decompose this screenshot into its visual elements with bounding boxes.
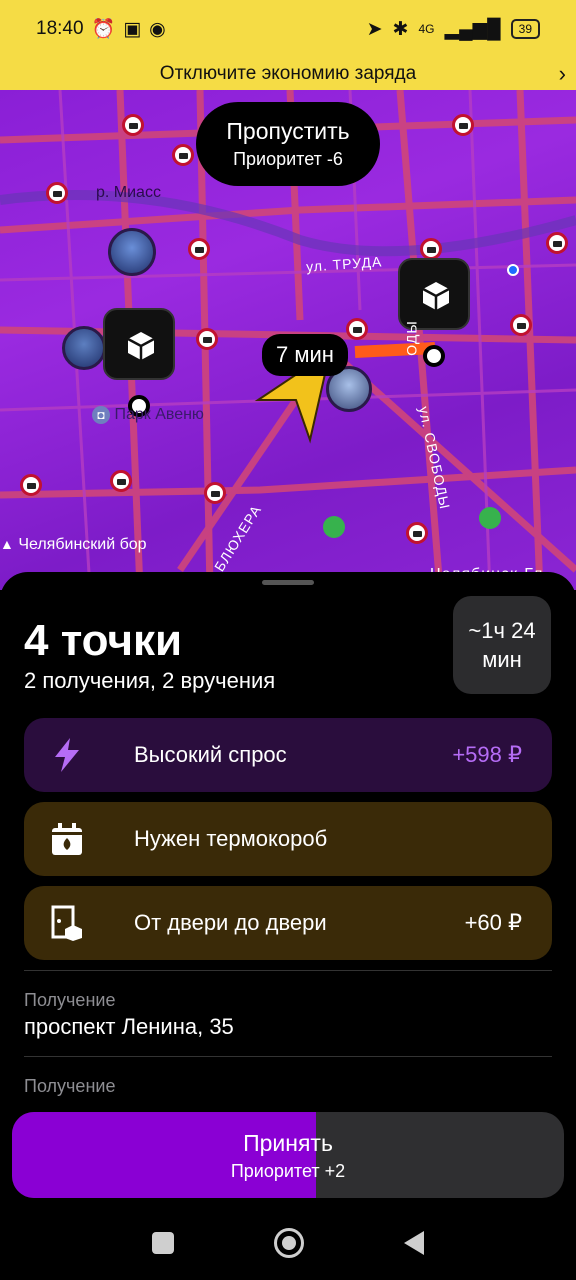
landmark-thumbnail[interactable]: [62, 326, 106, 370]
camera-icon: [406, 522, 428, 544]
circle-icon: ◉: [149, 18, 166, 40]
skip-title: Пропустить: [226, 118, 350, 144]
tag-label: От двери до двери: [134, 910, 327, 935]
camera-icon: [510, 314, 532, 336]
camera-icon: [452, 114, 474, 136]
status-bar: 18:40 ⏰ ▣ ◉ ➤ ✱ 4G ▂▄▆█ 39: [0, 0, 576, 58]
point-2-type: Получение: [24, 1076, 116, 1096]
point-1-address: проспект Ленина, 35: [24, 1014, 234, 1039]
tag-label: Нужен термокороб: [134, 826, 328, 851]
mall-label: ◘ Парк Авеню: [92, 406, 204, 424]
thermobox-icon: [50, 822, 84, 856]
map-view[interactable]: р. Миасс ◘ Парк Авеню ▲ Челябинский бор …: [0, 90, 576, 590]
camera-icon: [546, 232, 568, 254]
camera-icon: [46, 182, 68, 204]
back-button[interactable]: [404, 1230, 424, 1255]
box-icon: [127, 332, 155, 360]
point-1-type: Получение: [24, 990, 116, 1010]
duration-badge: ~1ч 24 мин: [453, 596, 551, 694]
divider: [24, 970, 552, 971]
eta-bubble: 7 мин: [262, 334, 348, 376]
accept-label: Принять: [243, 1130, 333, 1156]
chevron-right-icon: ›: [558, 61, 566, 86]
order-sheet: 4 точки 2 получения, 2 вручения ~1ч 24 м…: [0, 572, 576, 1280]
shopping-bag-icon: ◘: [92, 406, 110, 424]
pickup-pin[interactable]: [398, 258, 470, 330]
camera-icon: [346, 318, 368, 340]
recent-apps-button[interactable]: [152, 1231, 174, 1254]
system-nav-bar: [0, 1205, 576, 1280]
network-type: 4G: [418, 22, 435, 36]
order-subtitle: 2 получения, 2 вручения: [24, 668, 276, 693]
camera-icon: [172, 144, 194, 166]
sheet-grabber[interactable]: [262, 580, 314, 585]
divider: [24, 1056, 552, 1057]
box-icon: [422, 282, 450, 310]
accept-priority: Приоритет +2: [230, 1161, 346, 1181]
lightning-icon: [50, 738, 84, 772]
forest-label: ▲ Челябинский бор: [0, 536, 147, 553]
bluetooth-icon: ✱: [392, 18, 409, 40]
skip-priority: Приоритет -6: [233, 149, 343, 169]
camera-icon: [188, 238, 210, 260]
skip-bubble[interactable]: Пропустить Приоритет -6: [196, 102, 380, 186]
order-title: 4 точки: [24, 616, 183, 665]
landmark-thumbnail[interactable]: [108, 228, 156, 276]
pickup-pin[interactable]: [103, 308, 175, 380]
battery-indicator: 39: [510, 19, 540, 39]
tag-door-to-door[interactable]: От двери до двери +60 ₽: [24, 886, 552, 960]
camera-icon: [20, 474, 42, 496]
tag-high-demand[interactable]: Высокий спрос +598 ₽: [24, 718, 552, 792]
door-icon: [50, 905, 84, 941]
tag-amount: +598 ₽: [452, 742, 522, 767]
accept-button[interactable]: Принять Приоритет +2: [12, 1112, 564, 1198]
signal-icon: ▂▄▆█: [444, 18, 501, 40]
tag-thermobox[interactable]: Нужен термокороб: [24, 802, 552, 876]
camera-icon: [110, 470, 132, 492]
status-time: 18:40: [36, 18, 84, 39]
tag-label: Высокий спрос: [134, 742, 287, 767]
camera-icon: [196, 328, 218, 350]
home-button[interactable]: [274, 1227, 304, 1258]
banner-text: Отключите экономию заряда: [159, 63, 417, 84]
street-label-svobody-upper: ОДЫ: [403, 320, 420, 356]
location-icon: ➤: [366, 18, 383, 40]
tag-amount: +60 ₽: [464, 910, 522, 935]
river-label: р. Миасс: [96, 184, 161, 201]
nfc-icon: ▣: [123, 18, 142, 40]
camera-icon: [204, 482, 226, 504]
park-icon: ▲: [0, 536, 14, 552]
camera-icon: [420, 238, 442, 260]
camera-icon: [122, 114, 144, 136]
alarm-icon: ⏰: [91, 19, 116, 40]
battery-saver-banner[interactable]: Отключите экономию заряда ›: [0, 58, 576, 90]
